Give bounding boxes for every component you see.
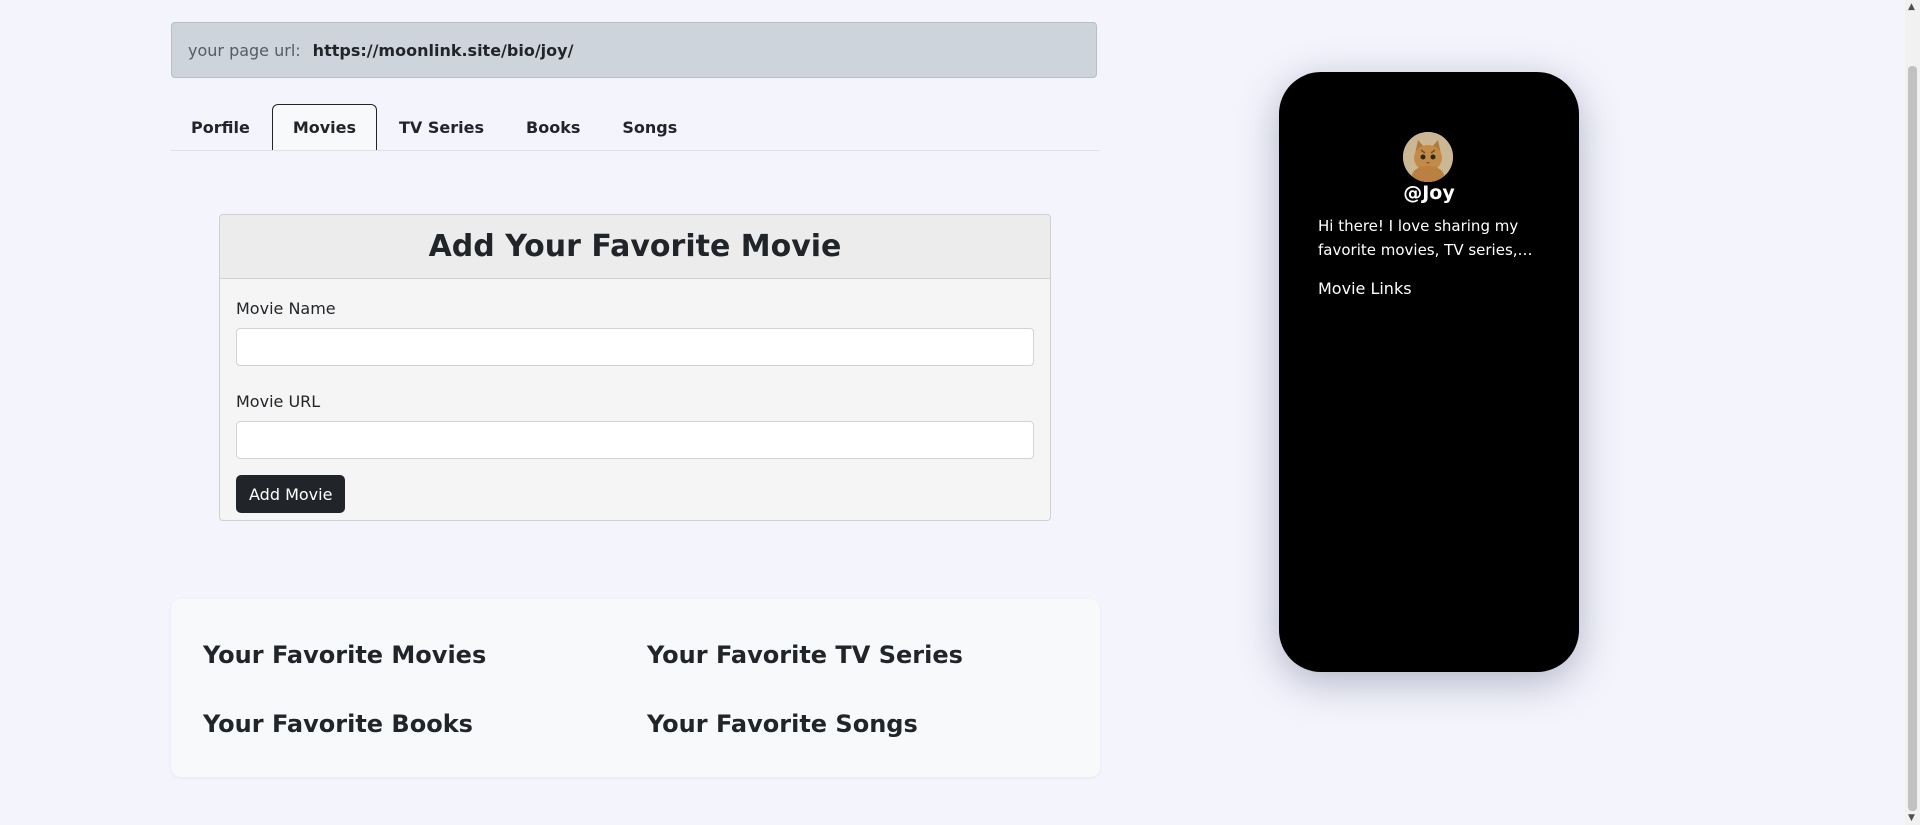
scroll-down-icon[interactable]: ▼ (1908, 813, 1915, 823)
page-url-label: your page url: (188, 40, 301, 60)
favorite-songs-heading: Your Favorite Songs (647, 710, 918, 738)
editor-tabs: Porfile Movies TV Series Books Songs (171, 104, 1100, 151)
page-url-value[interactable]: https://moonlink.site/bio/joy/ (313, 41, 574, 60)
favorite-tv-series-heading: Your Favorite TV Series (647, 641, 963, 669)
tab-songs[interactable]: Songs (602, 105, 697, 150)
add-movie-button[interactable]: Add Movie (236, 475, 346, 513)
page-scrollbar[interactable]: ▲ ▼ (1905, 0, 1920, 825)
cat-avatar-icon (1403, 132, 1453, 182)
movie-name-label: Movie Name (236, 299, 336, 318)
scroll-up-icon[interactable]: ▲ (1908, 2, 1915, 12)
scrollbar-thumb[interactable] (1908, 66, 1917, 811)
favorite-books-heading: Your Favorite Books (203, 710, 473, 738)
tab-movies[interactable]: Movies (271, 104, 378, 150)
profile-bio: Hi there! I love sharing my favorite mov… (1318, 217, 1533, 259)
add-movie-title: Add Your Favorite Movie (220, 215, 1050, 279)
profile-handle: @Joy (1403, 182, 1455, 204)
phone-preview: @Joy Hi there! I love sharing my favorit… (1279, 72, 1579, 672)
movie-url-label: Movie URL (236, 392, 321, 411)
page-url-bar: your page url: https://moonlink.site/bio… (171, 22, 1097, 78)
movie-name-input[interactable] (236, 328, 1034, 366)
movie-links-heading: Movie Links (1318, 279, 1412, 298)
tab-tv-series[interactable]: TV Series (379, 105, 504, 150)
add-movie-card: Add Your Favorite Movie Movie Name Movie… (219, 214, 1051, 521)
favorite-movies-heading: Your Favorite Movies (203, 641, 487, 669)
movie-url-input[interactable] (236, 421, 1034, 459)
favorites-panel: Your Favorite Movies Your Favorite TV Se… (171, 599, 1100, 777)
tab-books[interactable]: Books (506, 105, 600, 150)
tab-profile[interactable]: Porfile (171, 105, 270, 150)
